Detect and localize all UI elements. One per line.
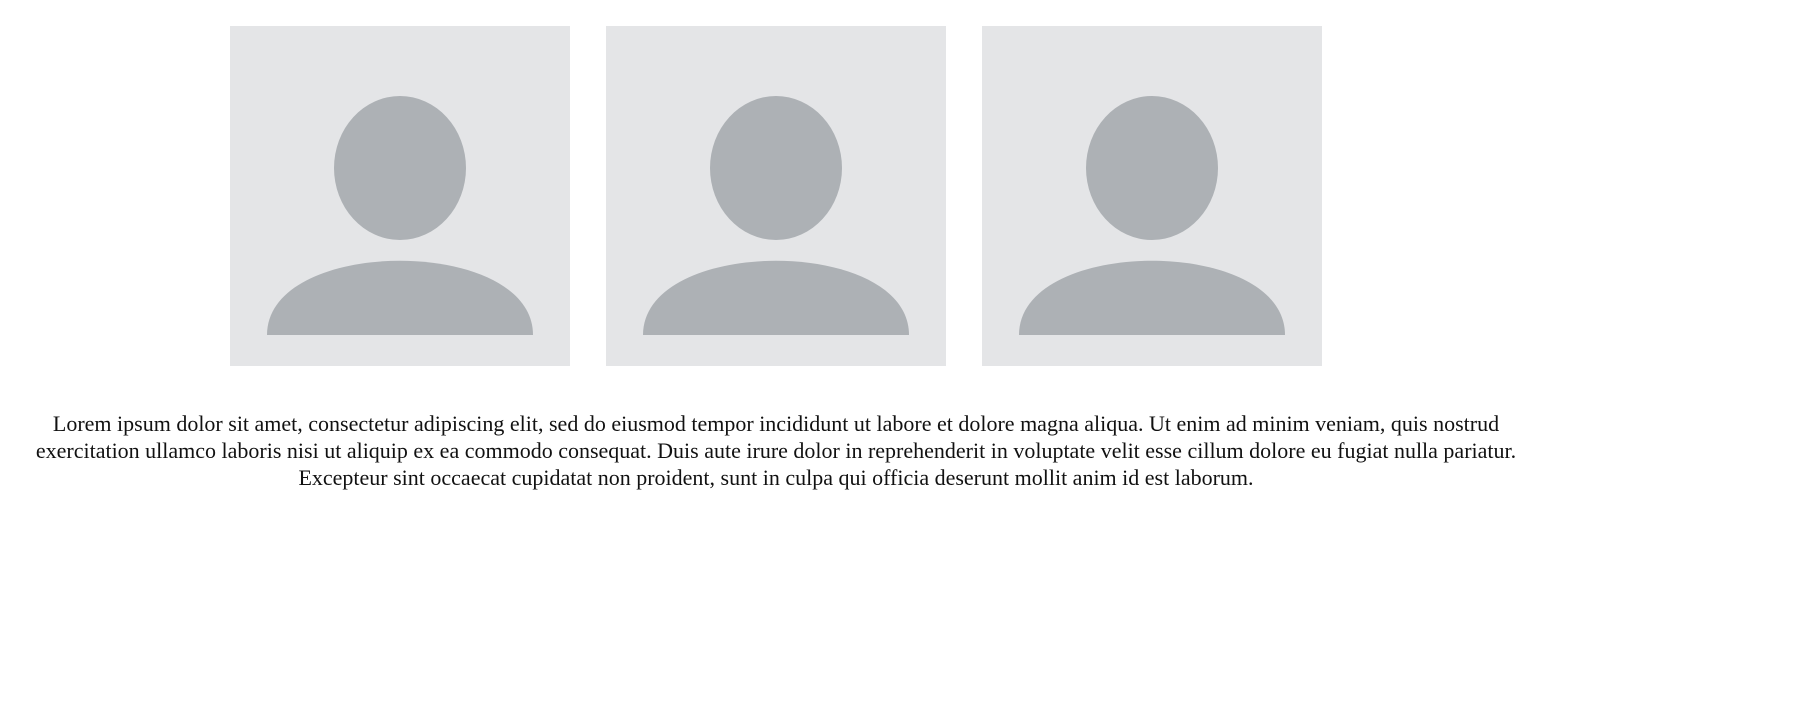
user-avatar-placeholder-icon: [1019, 96, 1285, 335]
avatar-gallery: [230, 26, 1330, 366]
body-paragraph: Lorem ipsum dolor sit amet, consectetur …: [35, 411, 1517, 490]
avatar-placeholder: [982, 26, 1322, 366]
avatar-placeholder: [606, 26, 946, 366]
avatar-placeholder: [230, 26, 570, 366]
user-avatar-placeholder-icon: [643, 96, 909, 335]
user-avatar-placeholder-icon: [267, 96, 533, 335]
